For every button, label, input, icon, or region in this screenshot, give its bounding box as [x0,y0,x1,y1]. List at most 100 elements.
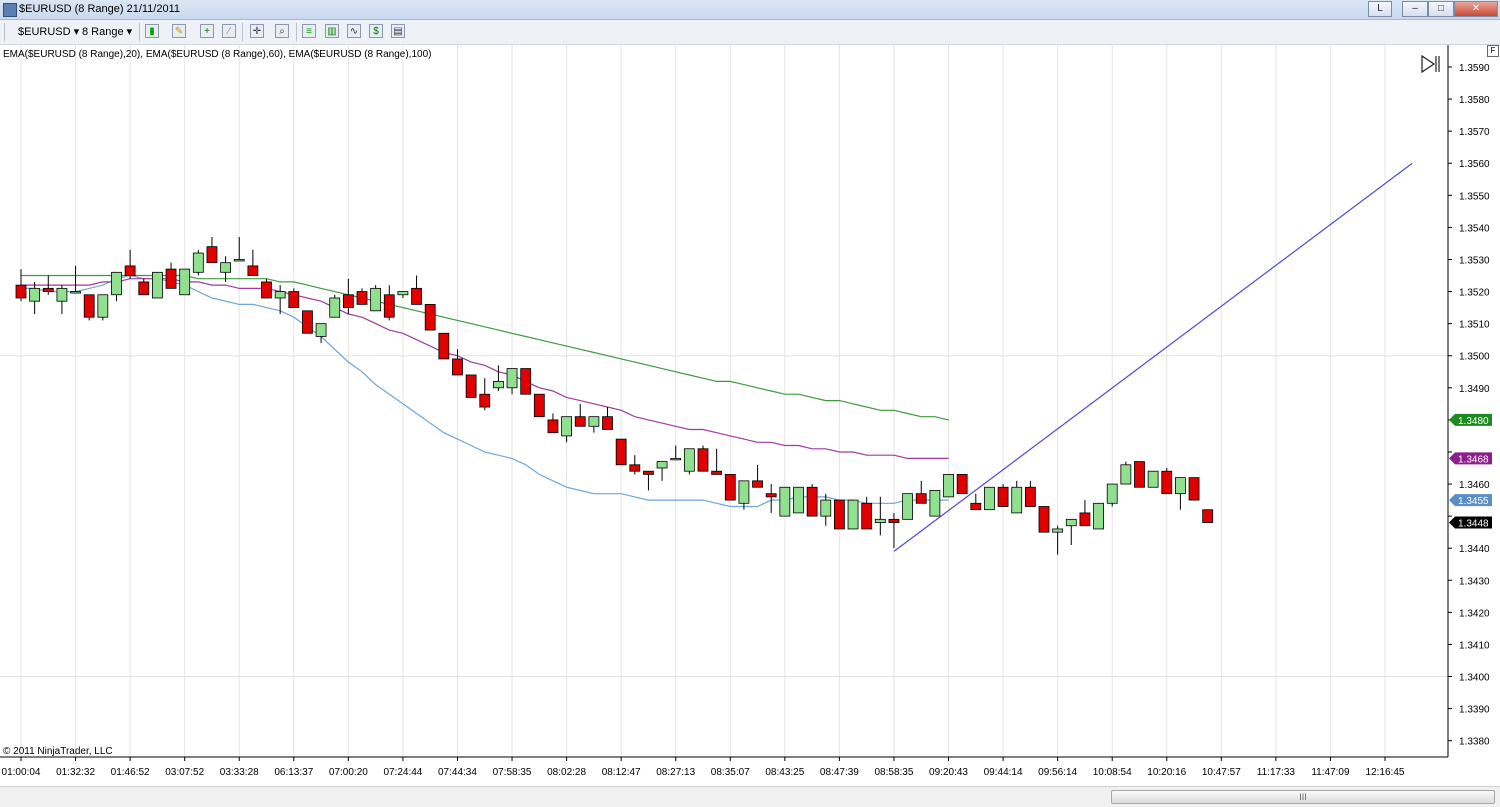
price-chart[interactable]: 1.3380 1.3390 1.3400 1.3410 1.3420 1.3430 1.34… [0,45,1500,790]
add-indicator-icon[interactable]: + [200,24,214,38]
candle-body [438,332,450,360]
candle-body [1079,512,1091,527]
horizontal-scrollbar[interactable]: III [0,786,1500,807]
candle-body [547,419,559,434]
time-tick-label: 10:08:54 [1093,767,1132,778]
time-tick-label: 09:56:14 [1038,767,1077,778]
candle-body [1038,506,1050,533]
candle-body [492,380,504,389]
time-tick-label: 11:17:33 [1257,767,1296,778]
toolbar-grip [4,23,5,41]
candle-body [643,470,654,475]
strategy-icon[interactable]: ⁄ [222,24,236,38]
candle-body [943,474,954,498]
pencil-icon[interactable]: ✎ [172,24,186,38]
candle-body [533,393,545,418]
candle-body [342,294,354,309]
float-badge-icon[interactable]: F [1487,45,1499,57]
maximize-button[interactable]: □ [1428,1,1454,17]
time-tick-label: 07:58:35 [493,767,532,778]
candle-body [452,358,463,376]
properties-icon[interactable]: ▤ [391,24,405,38]
candle-body [683,448,695,472]
time-tick-label: 08:12:47 [602,767,641,778]
candles-icon[interactable]: ▮ [145,24,159,38]
price-tick-label: 1.3380 [1459,737,1490,748]
time-tick-label: 10:47:57 [1202,767,1241,778]
copyright-text: © 2011 NinjaTrader, LLC [3,746,113,757]
crosshair-icon[interactable]: ✛ [250,24,264,38]
candle-body [83,294,95,318]
time-tick-label: 12:16:45 [1366,767,1405,778]
price-tick-label: 1.3390 [1459,705,1490,716]
last-price-badge-label: 1.3448 [1458,519,1489,530]
toolbar-separator [139,23,140,41]
link-button[interactable]: L [1368,1,1392,17]
time-tick-label: 08:27:13 [656,767,695,778]
candle-body [192,252,204,273]
instrument-selector[interactable]: $EURUSD ▾ [18,24,79,40]
time-tick-label: 01:32:32 [56,767,95,778]
candle-body [315,323,327,337]
candle-body [1093,502,1104,530]
candle-body [165,268,177,289]
candle-body [288,291,300,308]
scrollbar-thumb[interactable]: III [1111,790,1495,804]
candle-body [97,294,109,318]
candle-body [574,416,586,427]
price-tick-label: 1.3440 [1459,544,1490,555]
time-tick-label: 01:46:52 [111,767,150,778]
candle-body [1202,509,1214,523]
right-margin-toggle-icon[interactable] [1420,54,1442,74]
time-tick-label: 01:00:04 [2,767,41,778]
candle-body [902,493,913,520]
time-tick-label: 07:24:44 [383,767,422,778]
interval-selector[interactable]: 8 Range ▾ [82,24,132,40]
time-tick-label: 07:00:20 [329,767,368,778]
candle-body [70,291,81,294]
candle-body [670,457,682,461]
minimize-button[interactable]: – [1402,1,1428,17]
interval-label: 8 Range [82,26,124,38]
candle-body [1024,486,1036,507]
candle-body [424,303,436,331]
candle-body [738,480,750,504]
strategies-icon[interactable]: ▥ [325,24,339,38]
candle-body [138,281,150,296]
candle-body [302,310,313,334]
time-tick-label: 03:33:28 [220,767,259,778]
chart-trader-icon[interactable]: ∿ [347,24,361,38]
zoom-icon[interactable]: ⌕ [275,24,289,38]
price-tick-label: 1.3510 [1459,320,1490,331]
candle-body [411,287,422,305]
price-tick-label: 1.3410 [1459,640,1490,651]
title-bar[interactable]: $EURUSD (8 Range) 21/11/2011 L – □ ✕ [0,0,1500,20]
candle-body [724,474,736,501]
candle-body [956,474,968,495]
window-title: $EURUSD (8 Range) 21/11/2011 [19,3,181,15]
bars-icon[interactable]: ≡ [302,24,316,38]
candle-body [1161,470,1173,495]
time-tick-label: 06:13:37 [274,767,313,778]
candle-body [561,416,572,437]
instrument-label: $EURUSD [18,26,71,38]
candle-body [1106,483,1118,504]
candle-body [779,486,791,517]
candle-body [1147,470,1159,488]
candle-body [151,271,163,299]
candle-body [588,416,600,427]
candle-body [111,271,122,296]
dollar-icon[interactable]: $ [369,24,383,38]
close-button[interactable]: ✕ [1454,1,1498,17]
candle-body [124,265,136,276]
candle-body [793,486,804,514]
price-tick-label: 1.3500 [1459,352,1490,363]
candle-body [1011,486,1023,514]
candle-body [179,268,191,296]
candle-body [261,281,272,299]
ema100-price-badge-label: 1.3480 [1458,416,1489,427]
candle-body [806,486,818,517]
candle-body [397,291,409,296]
candle-body [874,518,886,523]
candle-body [329,297,341,318]
